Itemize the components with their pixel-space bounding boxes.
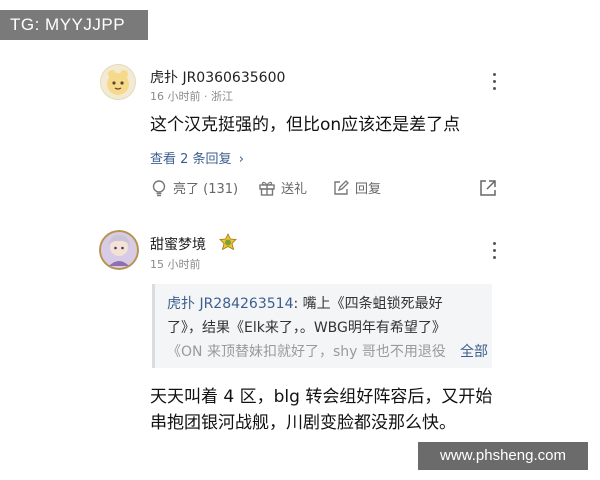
quote-line: 《ON 来顶替妹扣就好了，shy 哥也不用退役 xyxy=(167,344,446,360)
comment-location: 浙江 xyxy=(211,90,233,103)
comment-username[interactable]: 甜蜜梦境 xyxy=(150,234,206,254)
gift-label: 送礼 xyxy=(281,182,308,197)
reply-label: 回复 xyxy=(355,182,382,197)
verified-badge-icon xyxy=(219,233,237,251)
share-button[interactable] xyxy=(478,178,498,202)
comment-time: 16 小时前 xyxy=(150,90,201,103)
like-button[interactable]: 亮了 (131) xyxy=(150,178,238,197)
quote-username[interactable]: 虎扑 JR284263514 xyxy=(167,296,293,312)
gift-button[interactable]: 送礼 xyxy=(258,178,307,197)
more-vertical-icon[interactable] xyxy=(493,73,497,91)
gift-icon xyxy=(259,181,275,196)
chevron-right-icon: › xyxy=(238,152,244,167)
view-replies-link[interactable]: 查看 2 条回复 › xyxy=(150,148,244,167)
site-watermark: www.phsheng.com xyxy=(418,442,588,470)
view-replies-label: 查看 2 条回复 xyxy=(150,152,232,167)
more-vertical-icon[interactable] xyxy=(493,242,497,260)
quoted-comment[interactable]: 虎扑 JR284263514: 嘴上《四条蛆锁死最好 了》，结果《Elk来了，。… xyxy=(152,284,492,368)
comment-content: 这个汉克挺强的，但比on应该还是差了点 xyxy=(150,115,461,135)
comment-username[interactable]: 虎扑 JR0360635600 xyxy=(150,67,285,87)
lightbulb-icon xyxy=(152,179,166,196)
comment-meta: 16 小时前 · 浙江 xyxy=(150,90,233,103)
quote-line: 了》，结果《Elk来了，。WBG明年有希望了》 xyxy=(167,320,446,336)
reply-button[interactable]: 回复 xyxy=(332,178,381,197)
share-icon xyxy=(480,180,496,196)
like-count: 亮了 (131) xyxy=(173,182,239,197)
quote-line: 虎扑 JR284263514: 嘴上《四条蛆锁死最好 xyxy=(167,296,443,312)
avatar[interactable] xyxy=(100,64,136,100)
comment-time: 15 小时前 xyxy=(150,258,201,271)
expand-quote-link[interactable]: 全部 xyxy=(448,340,492,364)
comment-content: 天天叫着 4 区，blg 转会组好阵容后，又开始 串抱团银河战舰，川剧变脸都没那… xyxy=(150,387,493,433)
avatar[interactable] xyxy=(99,230,139,270)
tg-watermark: TG: MYYJJPP xyxy=(0,10,148,40)
edit-icon xyxy=(334,179,349,195)
